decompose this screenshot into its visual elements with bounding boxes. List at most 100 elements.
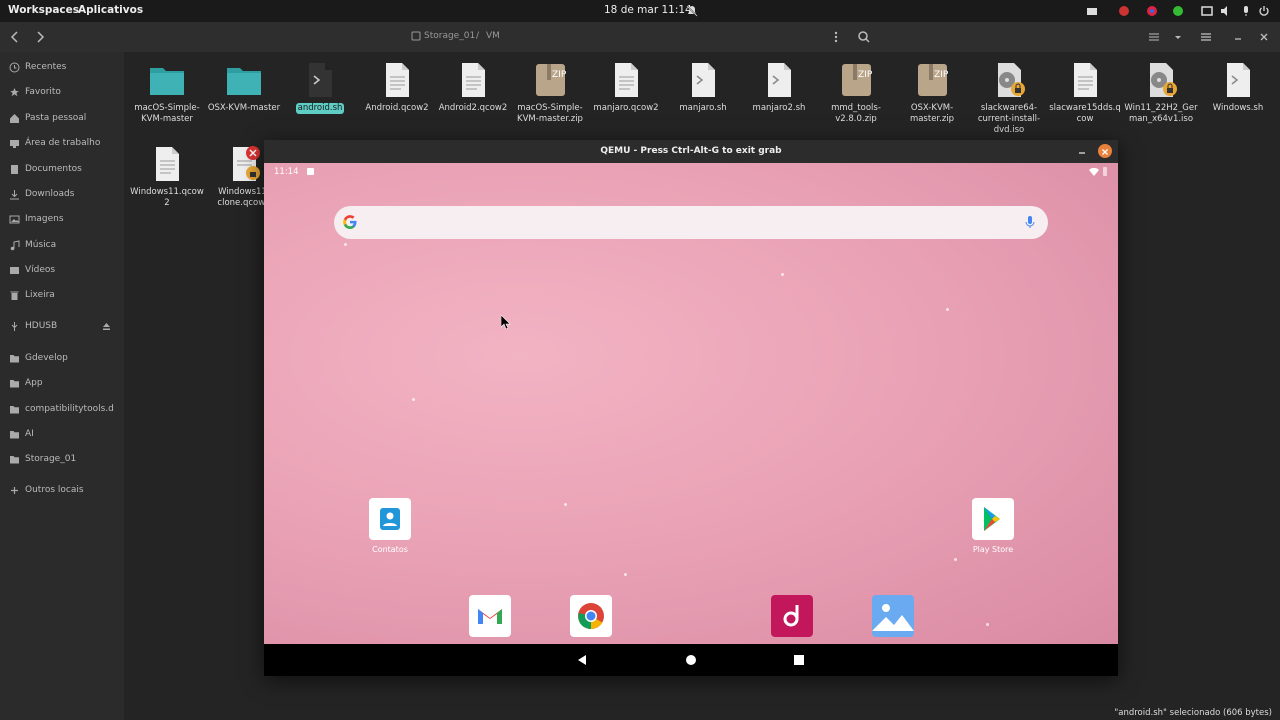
mouse-cursor-icon [501,315,511,329]
breadcrumb-storage[interactable]: Storage_01 [424,31,475,41]
sidebar-item-gdevelop[interactable]: Gdevelop [0,349,124,369]
sidebar-item-hdusb[interactable]: HDUSB [0,317,124,337]
sidebar-item-ai[interactable]: AI [0,425,124,445]
back-button[interactable] [7,29,23,45]
recents-icon[interactable] [794,655,804,665]
sidebar-item-lixeira[interactable]: Lixeira [0,286,124,306]
sidebar-item-compatibilitytools-d[interactable]: compatibilitytools.d [0,400,124,420]
file-item[interactable]: Windows11.qcow2 [129,144,205,209]
file-item[interactable]: ZIP mmd_tools-v2.8.0.zip [818,60,894,125]
app-tray-icon[interactable] [1118,5,1130,17]
workspaces-button[interactable]: Workspaces [8,4,79,16]
document-icon [1074,63,1097,97]
whatsapp-icon[interactable] [1172,5,1184,17]
sidebar-item-favorito[interactable]: Favorito [0,83,124,103]
music-app[interactable] [771,595,813,637]
apps-button[interactable]: Aplicativos [78,4,143,16]
document-icon [615,63,638,97]
google-icon [343,215,357,229]
file-item[interactable]: ZIP macOS-Simple-KVM-master.zip [512,60,588,125]
chevron-down-icon[interactable] [1170,29,1186,45]
file-item[interactable]: slackware64-current-install-dvd.iso [971,60,1047,136]
sidebar-item-outros-locais[interactable]: Outros locais [0,481,124,501]
gmail-icon [478,609,502,624]
file-item[interactable]: android.sh [282,60,358,114]
gallery-app[interactable] [872,595,914,637]
plus-icon [11,487,18,494]
file-item[interactable]: manjaro.qcow2 [588,60,664,114]
file-item[interactable]: slacware15dds.qcow [1047,60,1123,125]
sidebar-item-label: Favorito [25,87,61,97]
chrome-app[interactable] [570,595,612,637]
file-item[interactable]: OSX-KVM-master [206,60,282,114]
home-icon[interactable] [686,655,696,665]
window-icon[interactable] [1201,5,1213,17]
clock[interactable]: 18 de mar 11:14 [604,4,692,16]
android-clock: 11:14 [274,167,299,177]
volume-icon[interactable] [1220,5,1232,17]
file-item[interactable]: Windows.sh [1200,60,1276,114]
android-home-screen[interactable]: 11:14 Contatos Play Store [264,163,1118,644]
zip-archive-icon: ZIP [918,64,949,96]
search-icon[interactable] [856,29,872,45]
sidebar: Recentes Favorito Pasta pessoal Área de tra… [0,52,124,720]
music-app-icon [783,605,799,627]
file-item[interactable]: manjaro.sh [665,60,741,114]
wifi-icon [1089,167,1099,176]
gmail-app[interactable] [469,595,511,637]
microphone-icon[interactable] [1022,214,1038,230]
sidebar-item-recentes[interactable]: Recentes [0,58,124,78]
path-bar[interactable]: Storage_01 / VM [408,27,820,47]
sidebar-item-app[interactable]: App [0,374,124,394]
sidebar-item-imagens[interactable]: Imagens [0,210,124,230]
eject-icon[interactable] [102,322,111,331]
breadcrumb-vm[interactable]: VM [486,31,500,41]
qemu-titlebar[interactable]: QEMU - Press Ctrl-Alt-G to exit grab [264,140,1118,163]
sidebar-item-label: HDUSB [25,321,58,331]
close-icon[interactable] [1256,29,1272,45]
sidebar-item-downloads[interactable]: Downloads [0,185,124,205]
sidebar-item-label: Documentos [25,164,82,174]
sidebar-item-m-sica[interactable]: Música [0,236,124,256]
back-icon[interactable] [576,654,588,666]
folder-icon [227,68,261,95]
sidebar-item-label: Imagens [25,214,64,224]
minimize-icon[interactable] [1230,29,1246,45]
chrome-tray-icon[interactable] [1146,5,1158,17]
file-name: Android.qcow2 [365,103,429,113]
more-menu-icon[interactable] [828,29,844,45]
notifications-muted-icon[interactable] [686,5,698,17]
sidebar-item-documentos[interactable]: Documentos [0,160,124,180]
folder-icon [150,68,184,95]
file-item[interactable]: Android2.qcow2 [435,60,511,114]
qemu-window[interactable]: QEMU - Press Ctrl-Alt-G to exit grab 11:… [264,140,1118,676]
contacts-app[interactable]: Contatos [360,498,420,554]
view-options-icon[interactable] [1146,29,1162,45]
microphone-icon[interactable] [1240,5,1252,17]
google-search-bar[interactable] [334,206,1048,239]
forward-button[interactable] [32,29,48,45]
hamburger-menu-icon[interactable] [1198,29,1214,45]
screen-icon[interactable] [1086,5,1098,17]
file-name: slackware64-current-install-dvd.iso [977,103,1041,135]
desktop-icon [10,140,19,148]
file-item[interactable]: manjaro2.sh [741,60,817,114]
power-icon[interactable] [1258,5,1270,17]
file-item[interactable]: macOS-Simple-KVM-master [129,60,205,125]
disc-image-icon [998,63,1025,97]
sidebar-item-storage-01[interactable]: Storage_01 [0,450,124,470]
android-nav-bar [264,644,1118,676]
file-name: mmd_tools-v2.8.0.zip [831,103,881,124]
play-store-app[interactable]: Play Store [963,498,1023,554]
sidebar-item-label: Downloads [25,189,75,199]
sidebar-item--rea-de-trabalho[interactable]: Área de trabalho [0,134,124,154]
sidebar-item-pasta-pessoal[interactable]: Pasta pessoal [0,109,124,129]
qemu-minimize-icon[interactable] [1075,144,1089,158]
qemu-close-button[interactable] [1098,144,1112,158]
file-item[interactable]: ZIP OSX-KVM-master.zip [894,60,970,125]
file-item[interactable]: Win11_22H2_German_x64v1.iso [1123,60,1199,125]
notification-icon [307,168,314,175]
file-item[interactable]: Android.qcow2 [359,60,435,114]
script-icon [692,63,715,97]
sidebar-item-v-deos[interactable]: Vídeos [0,261,124,281]
